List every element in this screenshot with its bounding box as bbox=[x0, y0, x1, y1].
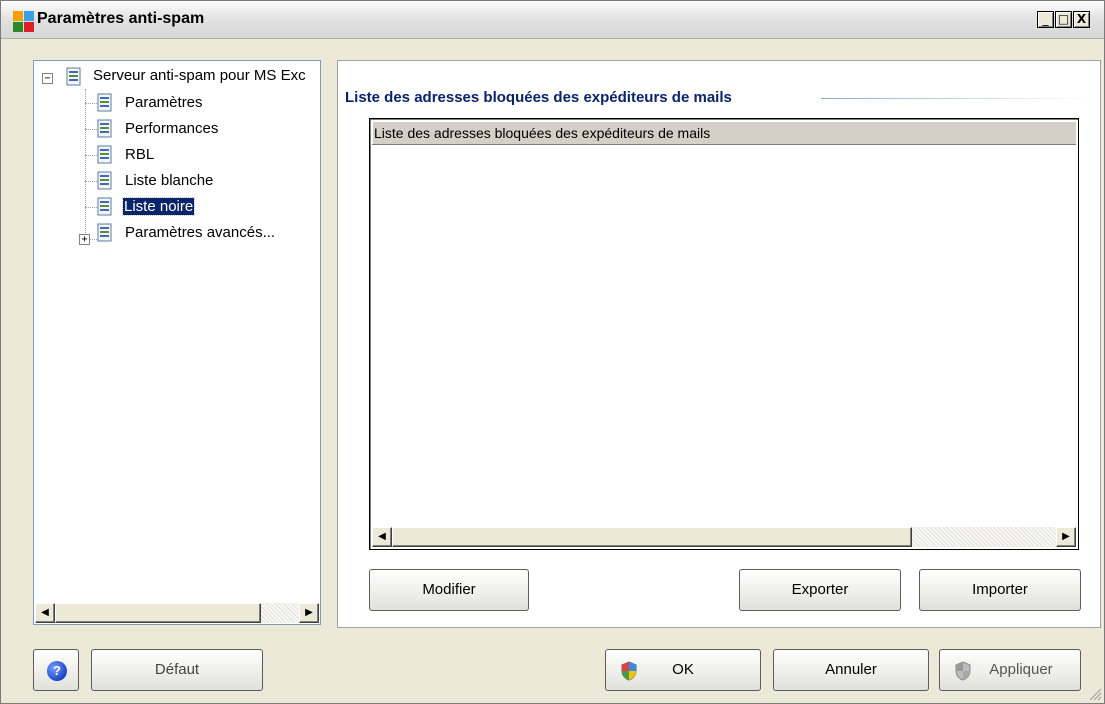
document-icon bbox=[97, 145, 112, 164]
tree-horizontal-scrollbar[interactable]: ◀ ▶ bbox=[35, 603, 319, 623]
title-bar[interactable]: Paramètres anti-spam _ □ X bbox=[1, 1, 1104, 39]
tree-connector bbox=[85, 103, 97, 104]
import-button[interactable]: Importer bbox=[919, 569, 1081, 611]
apply-button-label: Appliquer bbox=[989, 661, 1053, 678]
apply-button[interactable]: Appliquer bbox=[939, 649, 1081, 691]
document-icon bbox=[97, 93, 112, 112]
tree-item-liste-blanche[interactable]: Liste blanche bbox=[124, 172, 214, 189]
expand-advanced-icon[interactable]: + bbox=[79, 234, 90, 245]
list-horizontal-scrollbar[interactable]: ◀ ▶ bbox=[372, 527, 1076, 547]
tree-connector bbox=[90, 239, 97, 240]
tree-connector bbox=[85, 155, 97, 156]
window-title: Paramètres anti-spam bbox=[37, 10, 205, 27]
modify-button[interactable]: Modifier bbox=[369, 569, 529, 611]
ok-button-label: OK bbox=[672, 661, 694, 678]
document-icon bbox=[66, 67, 81, 86]
scrollbar-thumb[interactable] bbox=[392, 527, 912, 547]
blocked-senders-list[interactable]: Liste des adresses bloquées des expédite… bbox=[369, 118, 1079, 550]
document-icon bbox=[97, 197, 112, 216]
export-button[interactable]: Exporter bbox=[739, 569, 901, 611]
cancel-button[interactable]: Annuler bbox=[773, 649, 929, 691]
maximize-button[interactable]: □ bbox=[1055, 11, 1072, 28]
scrollbar-thumb[interactable] bbox=[55, 603, 261, 623]
settings-dialog: Paramètres anti-spam _ □ X − Serveur ant… bbox=[0, 0, 1105, 704]
section-title: Liste des adresses bloquées des expédite… bbox=[345, 89, 732, 106]
tree-connector bbox=[85, 181, 97, 182]
shield-icon bbox=[621, 661, 637, 681]
document-icon bbox=[97, 223, 112, 242]
scroll-left-icon[interactable]: ◀ bbox=[35, 603, 55, 623]
section-divider bbox=[821, 98, 1091, 99]
default-button[interactable]: Défaut bbox=[91, 649, 263, 691]
tree-connector bbox=[85, 207, 97, 208]
tree-item-parametres-avances[interactable]: Paramètres avancés... bbox=[124, 224, 276, 241]
tree-item-liste-noire[interactable]: Liste noire bbox=[121, 197, 196, 216]
help-button[interactable]: ? bbox=[33, 649, 79, 691]
tree-item-root[interactable]: Serveur anti-spam pour MS Exc bbox=[92, 67, 307, 84]
tree-connector bbox=[85, 89, 86, 241]
document-icon bbox=[97, 171, 112, 190]
close-button[interactable]: X bbox=[1073, 11, 1090, 28]
list-column-header[interactable]: Liste des adresses bloquées des expédite… bbox=[372, 121, 1076, 145]
help-icon: ? bbox=[47, 661, 67, 681]
settings-tree[interactable]: − Serveur anti-spam pour MS Exc Paramètr… bbox=[33, 60, 321, 625]
scroll-left-icon[interactable]: ◀ bbox=[372, 527, 392, 547]
tree-item-rbl[interactable]: RBL bbox=[124, 146, 155, 163]
minimize-button[interactable]: _ bbox=[1037, 11, 1054, 28]
tree-item-performances[interactable]: Performances bbox=[124, 120, 219, 137]
document-icon bbox=[97, 119, 112, 138]
collapse-root-icon[interactable]: − bbox=[42, 73, 53, 84]
scroll-right-icon[interactable]: ▶ bbox=[1056, 527, 1076, 547]
ok-button[interactable]: OK bbox=[605, 649, 761, 691]
scroll-right-icon[interactable]: ▶ bbox=[299, 603, 319, 623]
app-icon bbox=[13, 11, 34, 32]
resize-grip-icon[interactable] bbox=[1088, 687, 1102, 701]
shield-icon bbox=[955, 661, 971, 681]
default-button-label: Défaut bbox=[154, 661, 200, 678]
tree-item-parametres[interactable]: Paramètres bbox=[124, 94, 204, 111]
tree-connector bbox=[85, 129, 97, 130]
